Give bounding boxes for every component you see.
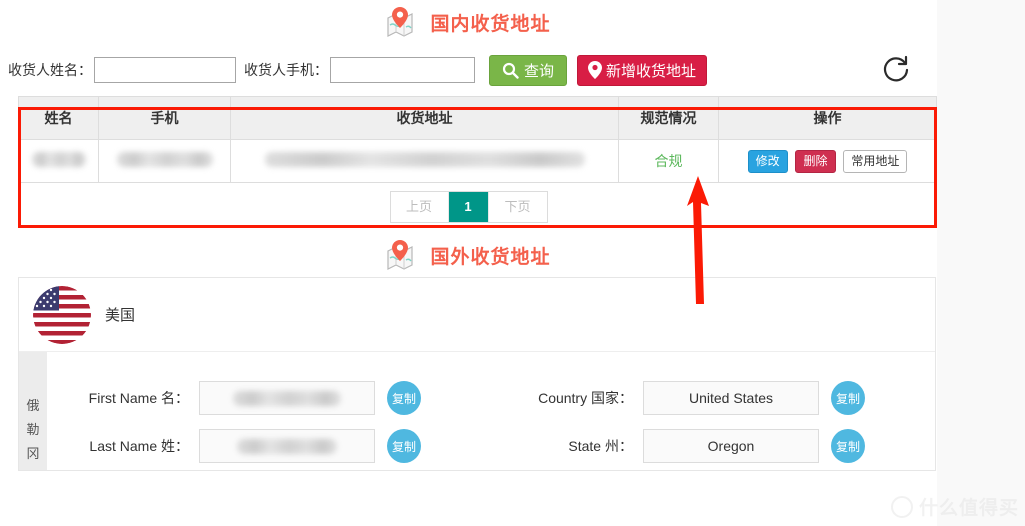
column-header-name: 姓名 <box>18 96 99 140</box>
copy-button-last-name[interactable]: 复制 <box>387 429 421 463</box>
field-label: Last Name 姓： <box>89 438 189 454</box>
field-last-name: Last Name 姓： 复制 <box>47 422 491 470</box>
pagination-wrap: 上页 1 下页 <box>0 183 937 233</box>
field-value-box[interactable]: Oregon <box>643 429 819 463</box>
overseas-form-area: 俄 勒 冈 First Name 名： 复制 Country 国家： Unite… <box>19 352 935 470</box>
cell-status: 合规 <box>618 139 719 183</box>
column-header-operation: 操作 <box>718 96 937 140</box>
column-header-phone: 手机 <box>98 96 231 140</box>
cell-name <box>18 139 99 183</box>
domestic-address-table-wrap: 姓名 手机 收货地址 规范情况 操作 合规 修改 删除 常用地址 <box>18 96 937 183</box>
common-address-button[interactable]: 常用地址 <box>843 149 908 173</box>
copy-button-first-name[interactable]: 复制 <box>387 381 421 415</box>
redacted-first-name <box>233 390 341 406</box>
delete-button[interactable]: 删除 <box>795 149 836 173</box>
refresh-icon <box>883 55 909 81</box>
side-strip: 俄 勒 冈 <box>19 352 47 470</box>
redacted-address <box>264 152 585 167</box>
country-row: 美国 <box>19 278 935 352</box>
country-name-label: 美国 <box>105 307 136 324</box>
redacted-phone <box>116 152 213 167</box>
search-button[interactable]: 查询 <box>489 54 568 86</box>
redacted-name <box>31 152 86 167</box>
field-country: Country 国家： United States 复制 <box>491 374 935 422</box>
edit-button[interactable]: 修改 <box>747 149 788 173</box>
field-value-box[interactable] <box>199 429 375 463</box>
overseas-fields: First Name 名： 复制 Country 国家： United Stat… <box>47 352 935 470</box>
receiver-name-label: 收货人姓名： <box>8 62 92 78</box>
search-button-label: 查询 <box>524 62 555 80</box>
page-content: 国内收货地址 收货人姓名： 收货人手机： 查询 新增收货地址 姓名 手机 收货地… <box>0 0 937 526</box>
side-strip-char-2: 勒 <box>26 422 40 437</box>
column-header-address: 收货地址 <box>230 96 619 140</box>
us-flag-icon <box>33 285 91 344</box>
field-value-box[interactable] <box>199 381 375 415</box>
cell-operations: 修改 删除 常用地址 <box>718 139 937 183</box>
pagination-next[interactable]: 下页 <box>489 192 547 222</box>
table-row: 合规 修改 删除 常用地址 <box>18 139 937 183</box>
cell-phone <box>98 139 231 183</box>
overseas-heading-text: 国外收货地址 <box>430 246 551 268</box>
receiver-name-input[interactable] <box>94 57 236 83</box>
pagination-page-1[interactable]: 1 <box>448 192 489 222</box>
receiver-phone-label: 收货人手机： <box>244 62 328 78</box>
domestic-search-bar: 收货人姓名： 收货人手机： 查询 新增收货地址 <box>0 44 937 96</box>
pagination-prev[interactable]: 上页 <box>391 192 449 222</box>
field-label: First Name 名： <box>88 390 189 406</box>
table-header-row: 姓名 手机 收货地址 规范情况 操作 <box>18 96 937 140</box>
field-first-name: First Name 名： 复制 <box>47 374 491 422</box>
copy-button-country[interactable]: 复制 <box>831 381 865 415</box>
map-pin-icon <box>588 61 603 79</box>
status-badge: 合规 <box>654 153 683 169</box>
map-pin-icon <box>387 7 414 37</box>
refresh-button[interactable] <box>877 52 915 90</box>
side-strip-char-1: 俄 <box>26 398 40 413</box>
redacted-last-name <box>237 438 337 454</box>
map-pin-icon <box>387 240 414 270</box>
field-state: State 州： Oregon 复制 <box>491 422 935 470</box>
add-address-button-label: 新增收货地址 <box>606 62 697 80</box>
column-header-status: 规范情况 <box>618 96 719 140</box>
side-strip-char-3: 冈 <box>26 446 40 461</box>
overseas-address-card: 美国 俄 勒 冈 First Name 名： 复制 Country 国家： Un… <box>18 277 936 471</box>
cell-address <box>230 139 619 183</box>
domestic-heading-text: 国内收货地址 <box>430 13 551 35</box>
domestic-address-table: 姓名 手机 收货地址 规范情况 操作 合规 修改 删除 常用地址 <box>18 96 937 183</box>
search-icon <box>502 62 519 79</box>
pagination: 上页 1 下页 <box>389 191 548 223</box>
copy-button-state[interactable]: 复制 <box>831 429 865 463</box>
field-label: State 州： <box>568 438 633 454</box>
add-address-button[interactable]: 新增收货地址 <box>577 54 708 86</box>
field-label: Country 国家： <box>538 390 633 406</box>
receiver-phone-input[interactable] <box>330 57 475 83</box>
domestic-section-heading: 国内收货地址 <box>0 0 937 44</box>
overseas-section-heading: 国外收货地址 <box>0 233 937 277</box>
field-value-box[interactable]: United States <box>643 381 819 415</box>
